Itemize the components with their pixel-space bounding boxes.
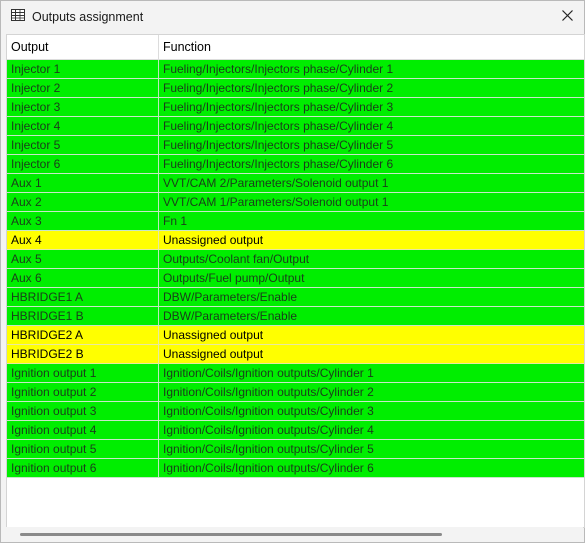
output-cell[interactable]: Ignition output 3 <box>7 402 159 420</box>
table-row[interactable]: Ignition output 1 Ignition/Coils/Ignition… <box>7 364 584 383</box>
table-row[interactable]: Ignition output 3 Ignition/Coils/Ignition… <box>7 402 584 421</box>
output-cell[interactable]: Aux 4 <box>7 231 159 249</box>
function-cell[interactable]: VVT/CAM 1/Parameters/Solenoid output 1 <box>159 193 584 211</box>
function-cell[interactable]: Unassigned output <box>159 326 584 344</box>
function-cell[interactable]: Fueling/Injectors/Injectors phase/Cylind… <box>159 60 584 78</box>
window-title: Outputs assignment <box>32 10 144 24</box>
table-row[interactable]: Aux 5 Outputs/Coolant fan/Output <box>7 250 584 269</box>
function-cell[interactable]: Fueling/Injectors/Injectors phase/Cylind… <box>159 117 584 135</box>
output-cell[interactable]: HBRIDGE2 B <box>7 345 159 363</box>
horizontal-scrollbar[interactable] <box>6 527 583 541</box>
table-row[interactable]: Aux 2 VVT/CAM 1/Parameters/Solenoid outpu… <box>7 193 584 212</box>
table-header: Output Function <box>7 35 584 60</box>
function-cell[interactable]: Ignition/Coils/Ignition outputs/Cylinder… <box>159 459 584 477</box>
table-row[interactable]: Ignition output 4 Ignition/Coils/Ignition… <box>7 421 584 440</box>
function-cell[interactable]: Outputs/Coolant fan/Output <box>159 250 584 268</box>
output-cell[interactable]: Aux 2 <box>7 193 159 211</box>
function-cell[interactable]: DBW/Parameters/Enable <box>159 288 584 306</box>
function-cell[interactable]: Ignition/Coils/Ignition outputs/Cylinder… <box>159 364 584 382</box>
table-row[interactable]: HBRIDGE2 B Unassigned output <box>7 345 584 364</box>
output-cell[interactable]: Ignition output 2 <box>7 383 159 401</box>
function-cell[interactable]: VVT/CAM 2/Parameters/Solenoid output 1 <box>159 174 584 192</box>
table-row[interactable]: Ignition output 5 Ignition/Coils/Ignition… <box>7 440 584 459</box>
table-row[interactable]: Injector 6 Fueling/Injectors/Injectors ph… <box>7 155 584 174</box>
function-cell[interactable]: Fueling/Injectors/Injectors phase/Cylind… <box>159 79 584 97</box>
table-row[interactable]: Aux 6 Outputs/Fuel pump/Output <box>7 269 584 288</box>
function-cell[interactable]: Ignition/Coils/Ignition outputs/Cylinder… <box>159 440 584 458</box>
function-cell[interactable]: DBW/Parameters/Enable <box>159 307 584 325</box>
function-cell[interactable]: Fueling/Injectors/Injectors phase/Cylind… <box>159 98 584 116</box>
table-icon <box>11 9 25 21</box>
output-cell[interactable]: Injector 6 <box>7 155 159 173</box>
table-row[interactable]: Ignition output 6 Ignition/Coils/Ignition… <box>7 459 584 478</box>
table-row[interactable]: Injector 3 Fueling/Injectors/Injectors ph… <box>7 98 584 117</box>
table-row[interactable]: Injector 2 Fueling/Injectors/Injectors ph… <box>7 79 584 98</box>
function-cell[interactable]: Outputs/Fuel pump/Output <box>159 269 584 287</box>
table-row[interactable]: Aux 1 VVT/CAM 2/Parameters/Solenoid outpu… <box>7 174 584 193</box>
table-row[interactable]: Injector 1 Fueling/Injectors/Injectors ph… <box>7 60 584 79</box>
table-body: Injector 1 Fueling/Injectors/Injectors ph… <box>7 60 584 478</box>
table-row[interactable]: Injector 4 Fueling/Injectors/Injectors ph… <box>7 117 584 136</box>
output-cell[interactable]: Aux 5 <box>7 250 159 268</box>
output-cell[interactable]: Ignition output 6 <box>7 459 159 477</box>
table-row[interactable]: Aux 3 Fn 1 <box>7 212 584 231</box>
outputs-assignment-window: Outputs assignment Output Function Injec… <box>0 0 585 543</box>
close-icon <box>561 10 573 24</box>
output-cell[interactable]: Injector 5 <box>7 136 159 154</box>
scrollbar-thumb[interactable] <box>20 533 442 536</box>
close-button[interactable] <box>550 1 584 33</box>
output-cell[interactable]: Aux 3 <box>7 212 159 230</box>
function-cell[interactable]: Ignition/Coils/Ignition outputs/Cylinder… <box>159 383 584 401</box>
title-bar[interactable]: Outputs assignment <box>1 1 584 33</box>
column-header-output[interactable]: Output <box>7 35 159 59</box>
function-cell[interactable]: Unassigned output <box>159 345 584 363</box>
function-cell[interactable]: Ignition/Coils/Ignition outputs/Cylinder… <box>159 421 584 439</box>
output-cell[interactable]: HBRIDGE1 B <box>7 307 159 325</box>
column-header-function[interactable]: Function <box>159 35 584 59</box>
table-row[interactable]: HBRIDGE1 B DBW/Parameters/Enable <box>7 307 584 326</box>
output-cell[interactable]: Injector 1 <box>7 60 159 78</box>
function-cell[interactable]: Ignition/Coils/Ignition outputs/Cylinder… <box>159 402 584 420</box>
function-cell[interactable]: Unassigned output <box>159 231 584 249</box>
output-cell[interactable]: HBRIDGE2 A <box>7 326 159 344</box>
output-cell[interactable]: Injector 2 <box>7 79 159 97</box>
table-row[interactable]: HBRIDGE2 A Unassigned output <box>7 326 584 345</box>
output-cell[interactable]: Ignition output 5 <box>7 440 159 458</box>
output-cell[interactable]: Ignition output 1 <box>7 364 159 382</box>
output-cell[interactable]: Aux 6 <box>7 269 159 287</box>
function-cell[interactable]: Fueling/Injectors/Injectors phase/Cylind… <box>159 155 584 173</box>
table-row[interactable]: Ignition output 2 Ignition/Coils/Ignition… <box>7 383 584 402</box>
table-row[interactable]: HBRIDGE1 A DBW/Parameters/Enable <box>7 288 584 307</box>
table-row[interactable]: Injector 5 Fueling/Injectors/Injectors ph… <box>7 136 584 155</box>
output-cell[interactable]: HBRIDGE1 A <box>7 288 159 306</box>
outputs-table: Output Function Injector 1 Fueling/Inject… <box>6 34 585 528</box>
output-cell[interactable]: Injector 3 <box>7 98 159 116</box>
function-cell[interactable]: Fueling/Injectors/Injectors phase/Cylind… <box>159 136 584 154</box>
function-cell[interactable]: Fn 1 <box>159 212 584 230</box>
output-cell[interactable]: Aux 1 <box>7 174 159 192</box>
output-cell[interactable]: Ignition output 4 <box>7 421 159 439</box>
output-cell[interactable]: Injector 4 <box>7 117 159 135</box>
table-row[interactable]: Aux 4 Unassigned output <box>7 231 584 250</box>
